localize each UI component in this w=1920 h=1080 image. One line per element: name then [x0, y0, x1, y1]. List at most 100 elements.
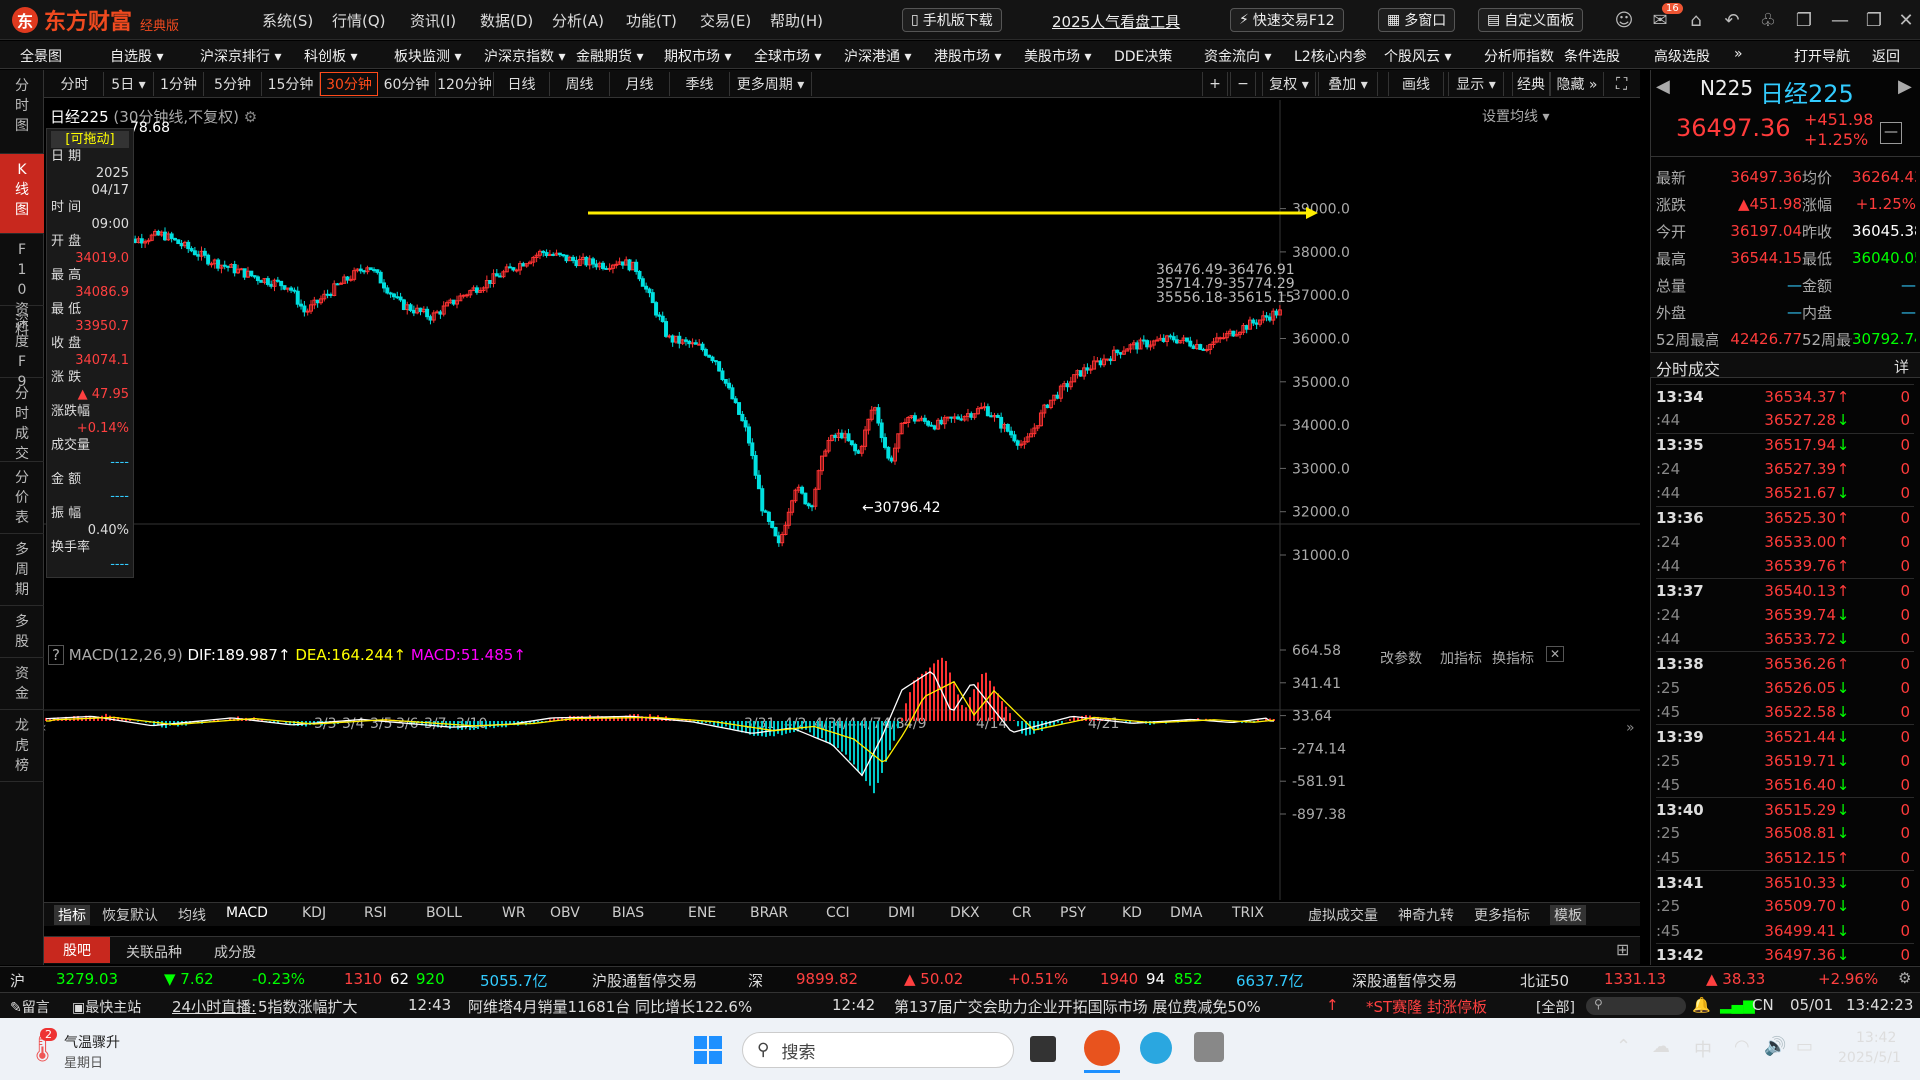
minimize-icon[interactable]: — — [1828, 8, 1852, 32]
sidebar-item[interactable]: 深度F9 — [0, 306, 44, 390]
period-tab[interactable]: 60分钟 — [378, 72, 436, 96]
sidebar-item[interactable]: 分时图 — [0, 70, 44, 154]
period-tab[interactable]: 更多周期 ▾ — [730, 72, 812, 96]
menu-item[interactable]: 分析(A) — [552, 10, 604, 31]
news-item[interactable]: 5指数涨幅扩大 — [258, 996, 358, 1017]
nav-item[interactable]: 资金流向 ▾ — [1204, 46, 1271, 66]
custom-panel-button[interactable]: ▤ 自定义面板 — [1478, 8, 1584, 32]
sidebar-item[interactable]: 资金 — [0, 658, 44, 710]
indicator-tab[interactable]: 模板 — [1550, 905, 1586, 925]
menu-item[interactable]: 系统(S) — [262, 10, 313, 31]
indicator-tab[interactable]: 更多指标 — [1474, 905, 1530, 925]
battery-icon[interactable]: ▭ — [1796, 1036, 1813, 1057]
period-tab[interactable]: 30分钟 — [320, 72, 378, 96]
mobile-download-button[interactable]: ▯ 手机版下载 — [902, 8, 1002, 32]
sidebar-item[interactable]: 多周期 — [0, 534, 44, 606]
clock-time[interactable]: 13:42 — [1856, 1030, 1896, 1046]
tab-guba[interactable]: 股吧 — [44, 937, 110, 963]
weather-text[interactable]: 气温骤升 — [64, 1032, 120, 1052]
search-input[interactable]: ⚲ — [1586, 997, 1686, 1015]
menu-item[interactable]: 交易(E) — [700, 10, 751, 31]
nav-item[interactable]: 高级选股 — [1654, 46, 1710, 66]
user-icon[interactable]: ☺ — [1612, 8, 1636, 32]
nav-item[interactable]: » — [1734, 46, 1743, 62]
nav-item[interactable]: 期权市场 ▾ — [664, 46, 731, 66]
indicator-tab[interactable]: 指标 — [54, 905, 90, 925]
sidebar-item[interactable]: 多股 — [0, 606, 44, 658]
news-item[interactable]: 第137届广交会助力企业开拓国际市场 展位费减免50% — [894, 996, 1261, 1017]
period-tab[interactable]: 月线 — [610, 72, 670, 96]
drag-label[interactable]: [可拖动] — [51, 131, 129, 148]
nav-item[interactable]: 自选股 ▾ — [110, 46, 163, 66]
nav-item[interactable]: 打开导航 — [1794, 46, 1850, 66]
scroll-left-icon[interactable]: « — [44, 720, 47, 736]
restore-layout-icon[interactable]: ❐ — [1792, 8, 1816, 32]
nav-item[interactable]: L2核心内参 — [1294, 46, 1367, 66]
nav-item[interactable]: 沪深京指数 ▾ — [484, 46, 565, 66]
indicator-tab[interactable]: KD — [1122, 905, 1142, 921]
chart-tool-button[interactable]: − — [1230, 72, 1256, 96]
sidebar-item[interactable]: 龙虎榜 — [0, 710, 44, 782]
nav-item[interactable]: 沪深京排行 ▾ — [200, 46, 281, 66]
chart-tool-button[interactable]: 显示 ▾ — [1448, 72, 1504, 96]
period-tab[interactable]: 15分钟 — [262, 72, 320, 96]
wifi-icon[interactable]: ◠ — [1734, 1036, 1750, 1057]
indicator-tab[interactable]: ENE — [688, 905, 716, 921]
nav-item[interactable]: 美股市场 ▾ — [1024, 46, 1091, 66]
next-stock-icon[interactable]: ▶ — [1898, 76, 1912, 97]
menu-item[interactable]: 功能(T) — [626, 10, 677, 31]
sz-index[interactable]: 9899.82 — [796, 970, 858, 988]
macd-action-button[interactable]: 改参数 — [1380, 648, 1422, 668]
indicator-tab[interactable]: MACD — [226, 905, 268, 921]
back-icon[interactable]: ↶ — [1720, 8, 1744, 32]
indicator-tab[interactable]: WR — [502, 905, 526, 921]
chart-tool-button[interactable]: 复权 ▾ — [1262, 72, 1316, 96]
quick-trade-button[interactable]: ⚡ 快速交易F12 — [1230, 8, 1344, 32]
tab-related[interactable]: 关联品种 — [126, 942, 182, 962]
period-tab[interactable]: 5分钟 — [204, 72, 262, 96]
bell-icon[interactable]: 🔔 — [1692, 996, 1711, 1014]
close-icon[interactable]: ✕ — [1894, 8, 1918, 32]
sh-index[interactable]: 3279.03 — [56, 970, 118, 988]
chart-tool-button[interactable]: 经典 — [1512, 72, 1550, 96]
task-view-icon[interactable] — [1030, 1036, 1056, 1062]
chart-tool-button[interactable]: 画线 — [1388, 72, 1444, 96]
eastmoney-app-icon[interactable] — [1084, 1030, 1120, 1066]
nav-item[interactable]: 个股风云 ▾ — [1384, 46, 1451, 66]
indicator-tab[interactable]: OBV — [550, 905, 580, 921]
windows-start-icon[interactable] — [694, 1036, 722, 1064]
sidebar-item[interactable]: F10资料 — [0, 234, 44, 338]
nav-item[interactable]: 科创板 ▾ — [304, 46, 357, 66]
message-button[interactable]: ✎留言 — [10, 997, 50, 1017]
indicator-tab[interactable]: PSY — [1060, 905, 1086, 921]
period-tab[interactable]: 120分钟 — [436, 72, 494, 96]
bz-index[interactable]: 1331.13 — [1604, 970, 1666, 988]
prev-stock-icon[interactable]: ◀ — [1656, 76, 1670, 97]
fullscreen-icon[interactable]: ⛶ — [1616, 74, 1627, 94]
st-alert[interactable]: *ST赛隆 封涨停板 — [1366, 996, 1487, 1017]
cloud-icon[interactable]: ☁ — [1652, 1036, 1670, 1057]
ime-indicator[interactable]: 中 — [1694, 1036, 1712, 1062]
chart-tool-button[interactable]: + — [1202, 72, 1228, 96]
chart-tool-button[interactable]: 叠加 ▾ — [1318, 72, 1378, 96]
period-tab[interactable]: 1分钟 — [154, 72, 204, 96]
nav-item[interactable]: 板块监测 ▾ — [394, 46, 461, 66]
help-icon[interactable]: ? — [48, 645, 64, 665]
ticks-detail-button[interactable]: 详 — [1894, 356, 1909, 377]
menu-item[interactable]: 资讯(I) — [410, 10, 456, 31]
collapse-icon[interactable]: — — [1880, 122, 1902, 144]
clock-date[interactable]: 2025/5/1 — [1838, 1050, 1901, 1066]
indicator-tab[interactable]: 虚拟成交量 — [1308, 905, 1378, 925]
macd-action-button[interactable]: 换指标 — [1492, 648, 1534, 668]
indicator-tab[interactable]: DKX — [950, 905, 980, 921]
popular-tool-link[interactable]: 2025人气看盘工具 — [1052, 11, 1180, 32]
nav-item[interactable]: 沪深港通 ▾ — [844, 46, 911, 66]
fastest-server-button[interactable]: ▣最快主站 — [72, 997, 141, 1017]
indicator-tab[interactable]: CR — [1012, 905, 1032, 921]
ohlc-panel[interactable]: [可拖动] 日 期 2025 04/17 时 间 09:00 开 盘 34019.0 最 高 3… — [46, 128, 134, 578]
indicator-tab[interactable]: BOLL — [426, 905, 462, 921]
indicator-tab[interactable]: 均线 — [178, 905, 206, 925]
macd-close-icon[interactable]: ✕ — [1546, 646, 1565, 662]
panel-toggle-icon[interactable]: ⊞ — [1616, 940, 1629, 959]
scroll-right-icon[interactable]: » — [1626, 720, 1635, 736]
